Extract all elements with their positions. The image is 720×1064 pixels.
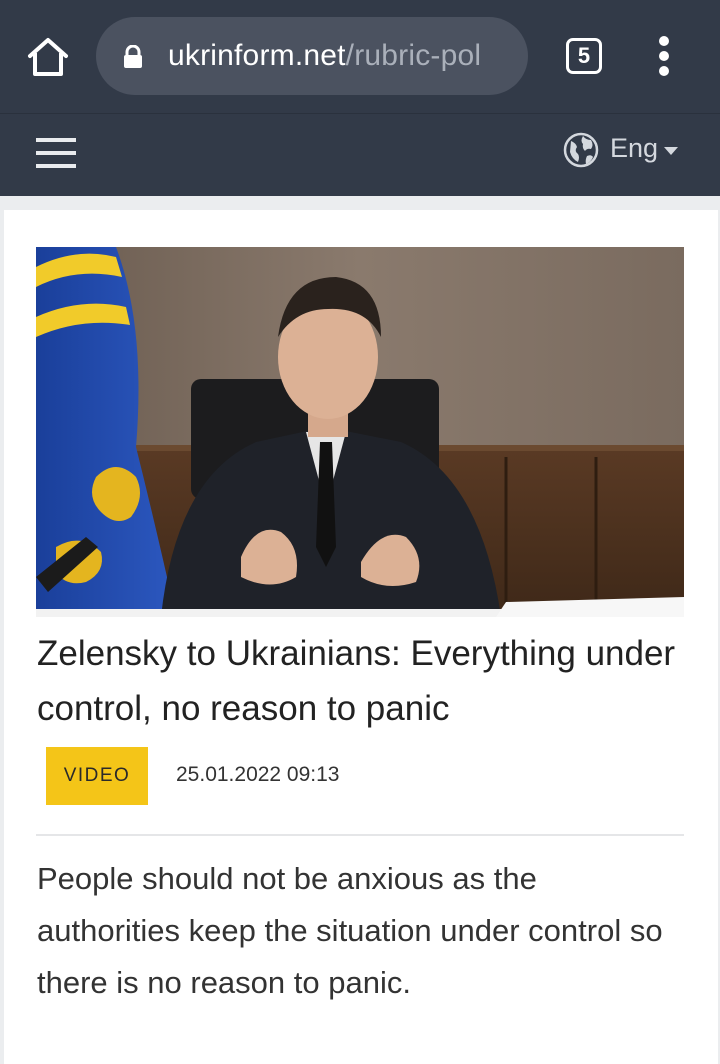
video-badge[interactable]: VIDEO: [46, 747, 148, 805]
hamburger-icon[interactable]: [36, 138, 76, 168]
globe-icon[interactable]: [563, 132, 599, 168]
article-headline[interactable]: Zelensky to Ukrainians: Everything under…: [37, 626, 677, 736]
article-lead: People should not be anxious as the auth…: [37, 861, 663, 1000]
browser-toolbar: ukrinform.net/rubric-pol 5: [0, 0, 720, 113]
article-datetime: 25.01.2022 09:13: [176, 763, 340, 786]
tab-switcher-button[interactable]: 5: [566, 38, 602, 74]
url-text: ukrinform.net/rubric-pol: [168, 39, 481, 73]
site-header: Eng: [0, 113, 720, 196]
overflow-menu-icon[interactable]: [650, 34, 678, 78]
chevron-down-icon[interactable]: [664, 147, 678, 155]
url-domain: ukrinform.net: [168, 39, 346, 72]
address-bar[interactable]: ukrinform.net/rubric-pol: [96, 17, 528, 95]
divider: [36, 834, 684, 836]
url-path: /rubric-pol: [345, 39, 482, 72]
home-icon[interactable]: [26, 36, 70, 78]
article-hero-image[interactable]: [36, 247, 684, 617]
article-card: Zelensky to Ukrainians: Everything under…: [4, 210, 718, 1064]
lock-icon: [122, 44, 144, 69]
language-selector[interactable]: Eng: [610, 133, 658, 164]
